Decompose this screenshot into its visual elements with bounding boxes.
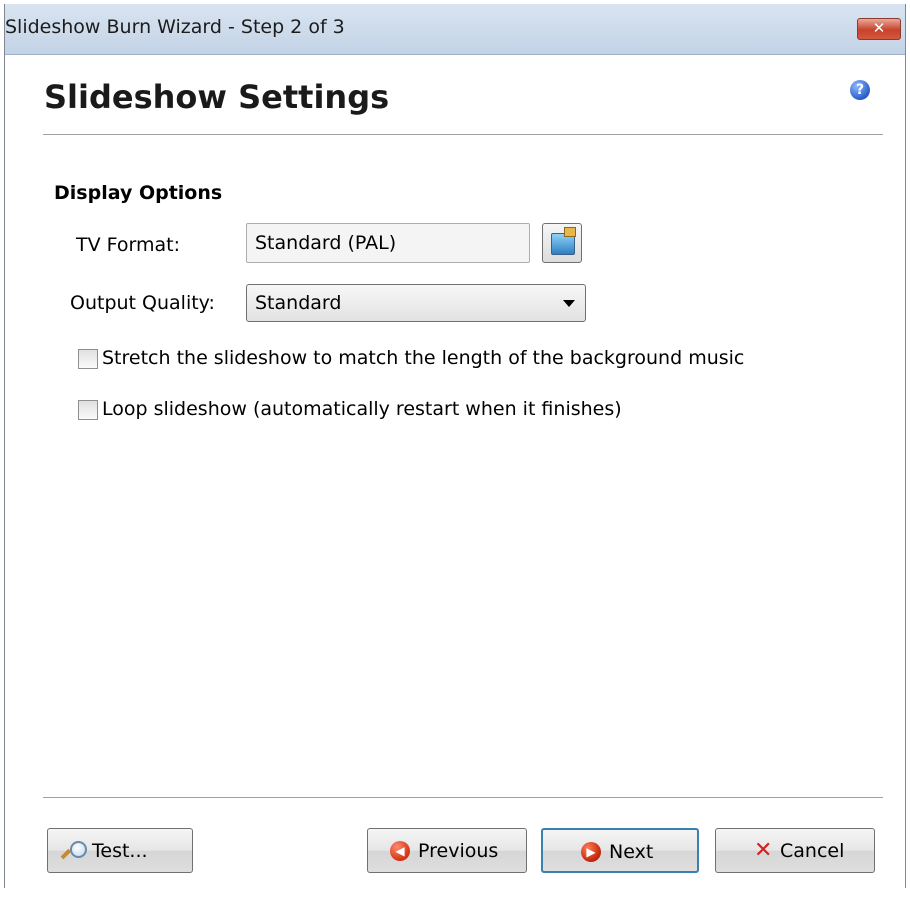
- cancel-button-label: Cancel: [780, 840, 845, 862]
- test-button[interactable]: Test...: [47, 828, 193, 873]
- window-bottom-edge: [0, 888, 910, 897]
- wizard-content: [5, 55, 905, 891]
- output-quality-select[interactable]: Standard: [246, 284, 586, 322]
- tv-format-icon: [551, 227, 576, 255]
- cancel-button[interactable]: ✕ Cancel: [715, 828, 875, 873]
- output-quality-value: Standard: [255, 292, 342, 314]
- chevron-down-icon: [563, 300, 575, 307]
- wizard-window: Slideshow Burn Wizard - Step 2 of 3 ✕: [4, 4, 906, 892]
- stretch-to-music-label[interactable]: Stretch the slideshow to match the lengt…: [102, 347, 744, 369]
- loop-slideshow-label[interactable]: Loop slideshow (automatically restart wh…: [102, 398, 622, 420]
- tv-format-field[interactable]: Standard (PAL): [246, 223, 530, 263]
- help-icon[interactable]: ?: [850, 80, 870, 100]
- close-icon: ✕: [872, 19, 886, 37]
- header-divider: [43, 134, 883, 136]
- page-title: Slideshow Settings: [44, 78, 390, 116]
- tv-format-label: TV Format:: [76, 234, 180, 256]
- title-bar: Slideshow Burn Wizard - Step 2 of 3 ✕: [5, 4, 905, 55]
- close-button[interactable]: ✕: [857, 18, 901, 40]
- magnifier-icon: [60, 841, 87, 865]
- next-button-label: Next: [609, 841, 654, 863]
- window-title: Slideshow Burn Wizard - Step 2 of 3: [5, 16, 345, 38]
- arrow-left-circle-icon: ◀: [390, 841, 410, 861]
- output-quality-label: Output Quality:: [70, 292, 215, 314]
- next-button[interactable]: ▶ Next: [541, 828, 699, 873]
- previous-button[interactable]: ◀ Previous: [367, 828, 527, 873]
- footer-divider: [43, 797, 883, 799]
- x-icon: ✕: [754, 838, 773, 863]
- tv-format-picker-button[interactable]: [542, 223, 582, 263]
- previous-button-label: Previous: [418, 840, 499, 862]
- display-options-heading: Display Options: [54, 182, 223, 204]
- test-button-label: Test...: [92, 840, 148, 862]
- loop-slideshow-checkbox[interactable]: [78, 400, 98, 420]
- arrow-right-circle-icon: ▶: [581, 842, 601, 862]
- stretch-to-music-checkbox[interactable]: [78, 349, 98, 369]
